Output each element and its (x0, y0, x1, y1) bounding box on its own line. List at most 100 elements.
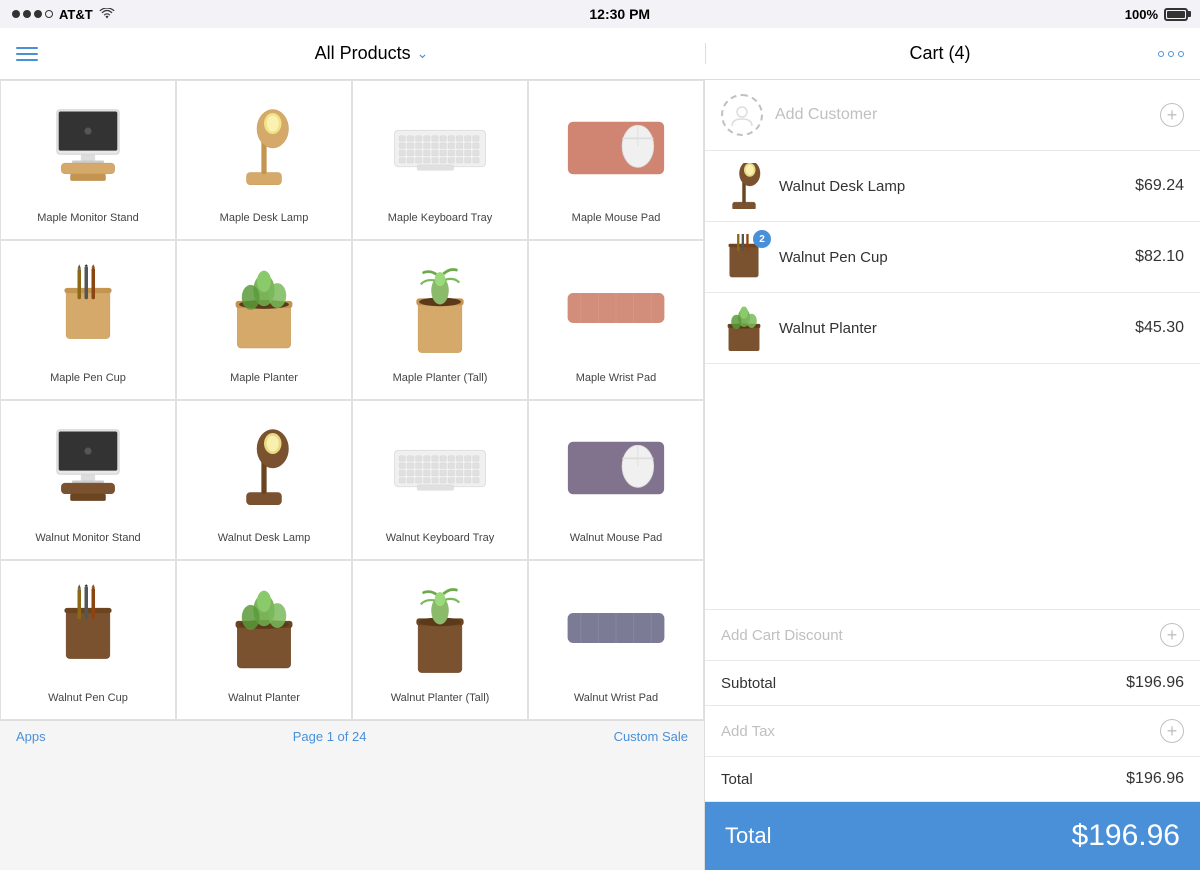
product-name-5: Maple Pen Cup (50, 371, 126, 385)
product-image-8 (537, 253, 695, 363)
product-svg-4 (537, 93, 695, 203)
hamburger-menu-button[interactable] (16, 47, 38, 61)
add-tax-button[interactable]: + (1160, 719, 1184, 743)
battery-icon (1164, 8, 1188, 21)
product-name-4: Maple Mouse Pad (572, 211, 661, 225)
product-image-16 (537, 573, 695, 683)
product-cell-12[interactable]: Walnut Mouse Pad (528, 400, 704, 560)
cart-item-name-0: Walnut Desk Lamp (779, 178, 1123, 195)
product-image-15 (361, 573, 519, 683)
cart-item-name-1: Walnut Pen Cup (779, 249, 1123, 266)
product-image-3 (361, 93, 519, 203)
more-dot-2 (1168, 51, 1174, 57)
product-name-14: Walnut Planter (228, 691, 300, 705)
apps-link[interactable]: Apps (16, 729, 46, 744)
cart-item-thumb-2 (721, 305, 767, 351)
product-image-12 (537, 413, 695, 523)
product-cell-9[interactable]: Walnut Monitor Stand (0, 400, 176, 560)
product-cell-1[interactable]: Maple Monitor Stand (0, 80, 176, 240)
product-cell-2[interactable]: Maple Desk Lamp (176, 80, 352, 240)
cart-item-price-1: $82.10 (1135, 248, 1184, 266)
clock: 12:30 PM (589, 6, 650, 22)
add-customer-button[interactable]: + (1160, 103, 1184, 127)
product-svg-12 (537, 413, 695, 523)
product-cell-14[interactable]: Walnut Planter (176, 560, 352, 720)
cart-item-thumb-1: 2 (721, 234, 767, 280)
product-name-2: Maple Desk Lamp (220, 211, 309, 225)
product-cell-11[interactable]: Walnut Keyboard Tray (352, 400, 528, 560)
subtotal-value: $196.96 (1126, 674, 1184, 692)
product-cell-15[interactable]: Walnut Planter (Tall) (352, 560, 528, 720)
add-discount-button[interactable]: + (1160, 623, 1184, 647)
product-name-11: Walnut Keyboard Tray (386, 531, 494, 545)
products-panel: Maple Monitor Stand Maple Desk Lamp (0, 80, 705, 870)
product-cell-5[interactable]: Maple Pen Cup (0, 240, 176, 400)
signal-dot-3 (34, 10, 42, 18)
product-name-15: Walnut Planter (Tall) (391, 691, 490, 705)
product-cell-7[interactable]: Maple Planter (Tall) (352, 240, 528, 400)
total-row: Total $196.96 (705, 757, 1200, 802)
cart-footer: Add Cart Discount + Subtotal $196.96 Add… (705, 609, 1200, 802)
product-svg-14 (185, 573, 343, 683)
product-svg-2 (185, 93, 343, 203)
product-cell-4[interactable]: Maple Mouse Pad (528, 80, 704, 240)
menu-line-3 (16, 59, 38, 61)
product-cell-3[interactable]: Maple Keyboard Tray (352, 80, 528, 240)
product-image-4 (537, 93, 695, 203)
product-cell-8[interactable]: Maple Wrist Pad (528, 240, 704, 400)
product-name-3: Maple Keyboard Tray (388, 211, 493, 225)
add-tax-row[interactable]: Add Tax + (705, 706, 1200, 757)
product-cell-10[interactable]: Walnut Desk Lamp (176, 400, 352, 560)
product-image-6 (185, 253, 343, 363)
cart-item-1[interactable]: 2 Walnut Pen Cup $82.10 (705, 222, 1200, 293)
signal-dot-2 (23, 10, 31, 18)
product-name-9: Walnut Monitor Stand (35, 531, 140, 545)
signal-dots (12, 10, 53, 18)
add-discount-row[interactable]: Add Cart Discount + (705, 610, 1200, 661)
product-svg-13 (9, 573, 167, 683)
product-name-1: Maple Monitor Stand (37, 211, 139, 225)
battery-fill (1167, 11, 1185, 18)
header-right: Cart (4) (705, 43, 1200, 64)
product-svg-9 (9, 413, 167, 523)
products-title-text: All Products (315, 43, 411, 64)
quantity-badge-1: 2 (753, 230, 771, 248)
cart-items-list: Walnut Desk Lamp $69.24 2 Walnut Pe (705, 151, 1200, 609)
product-svg-15 (361, 573, 519, 683)
cart-item-2[interactable]: Walnut Planter $45.30 (705, 293, 1200, 364)
product-cell-16[interactable]: Walnut Wrist Pad (528, 560, 704, 720)
product-name-6: Maple Planter (230, 371, 298, 385)
battery-percent: 100% (1125, 7, 1158, 22)
product-image-13 (9, 573, 167, 683)
cart-item-thumb-0 (721, 163, 767, 209)
product-image-2 (185, 93, 343, 203)
custom-sale-link[interactable]: Custom Sale (614, 729, 688, 744)
product-image-11 (361, 413, 519, 523)
cart-title: Cart (4) (722, 43, 1158, 64)
add-customer-row[interactable]: Add Customer + (705, 80, 1200, 151)
chevron-down-icon: ⌄ (417, 45, 429, 62)
product-name-8: Maple Wrist Pad (576, 371, 657, 385)
status-bar: AT&T 12:30 PM 100% (0, 0, 1200, 28)
cart-item-price-0: $69.24 (1135, 177, 1184, 195)
header-left: All Products ⌄ (0, 43, 705, 64)
product-cell-13[interactable]: Walnut Pen Cup (0, 560, 176, 720)
checkout-total-bar[interactable]: Total $196.96 (705, 802, 1200, 870)
product-image-14 (185, 573, 343, 683)
carrier-label: AT&T (59, 7, 93, 22)
more-options-button[interactable] (1158, 51, 1184, 57)
product-cell-6[interactable]: Maple Planter (176, 240, 352, 400)
cart-panel: Add Customer + Walnut Desk Lamp $69.2 (705, 80, 1200, 870)
product-image-5 (9, 253, 167, 363)
more-dot-3 (1178, 51, 1184, 57)
product-svg-10 (185, 413, 343, 523)
products-title[interactable]: All Products ⌄ (38, 43, 705, 64)
product-svg-11 (361, 413, 519, 523)
cart-item-0[interactable]: Walnut Desk Lamp $69.24 (705, 151, 1200, 222)
signal-dot-4 (45, 10, 53, 18)
product-name-16: Walnut Wrist Pad (574, 691, 658, 705)
subtotal-label: Subtotal (721, 675, 776, 692)
product-image-10 (185, 413, 343, 523)
bottom-nav-bar: Apps Page 1 of 24 Custom Sale (0, 720, 704, 752)
main-content: Maple Monitor Stand Maple Desk Lamp (0, 80, 1200, 870)
